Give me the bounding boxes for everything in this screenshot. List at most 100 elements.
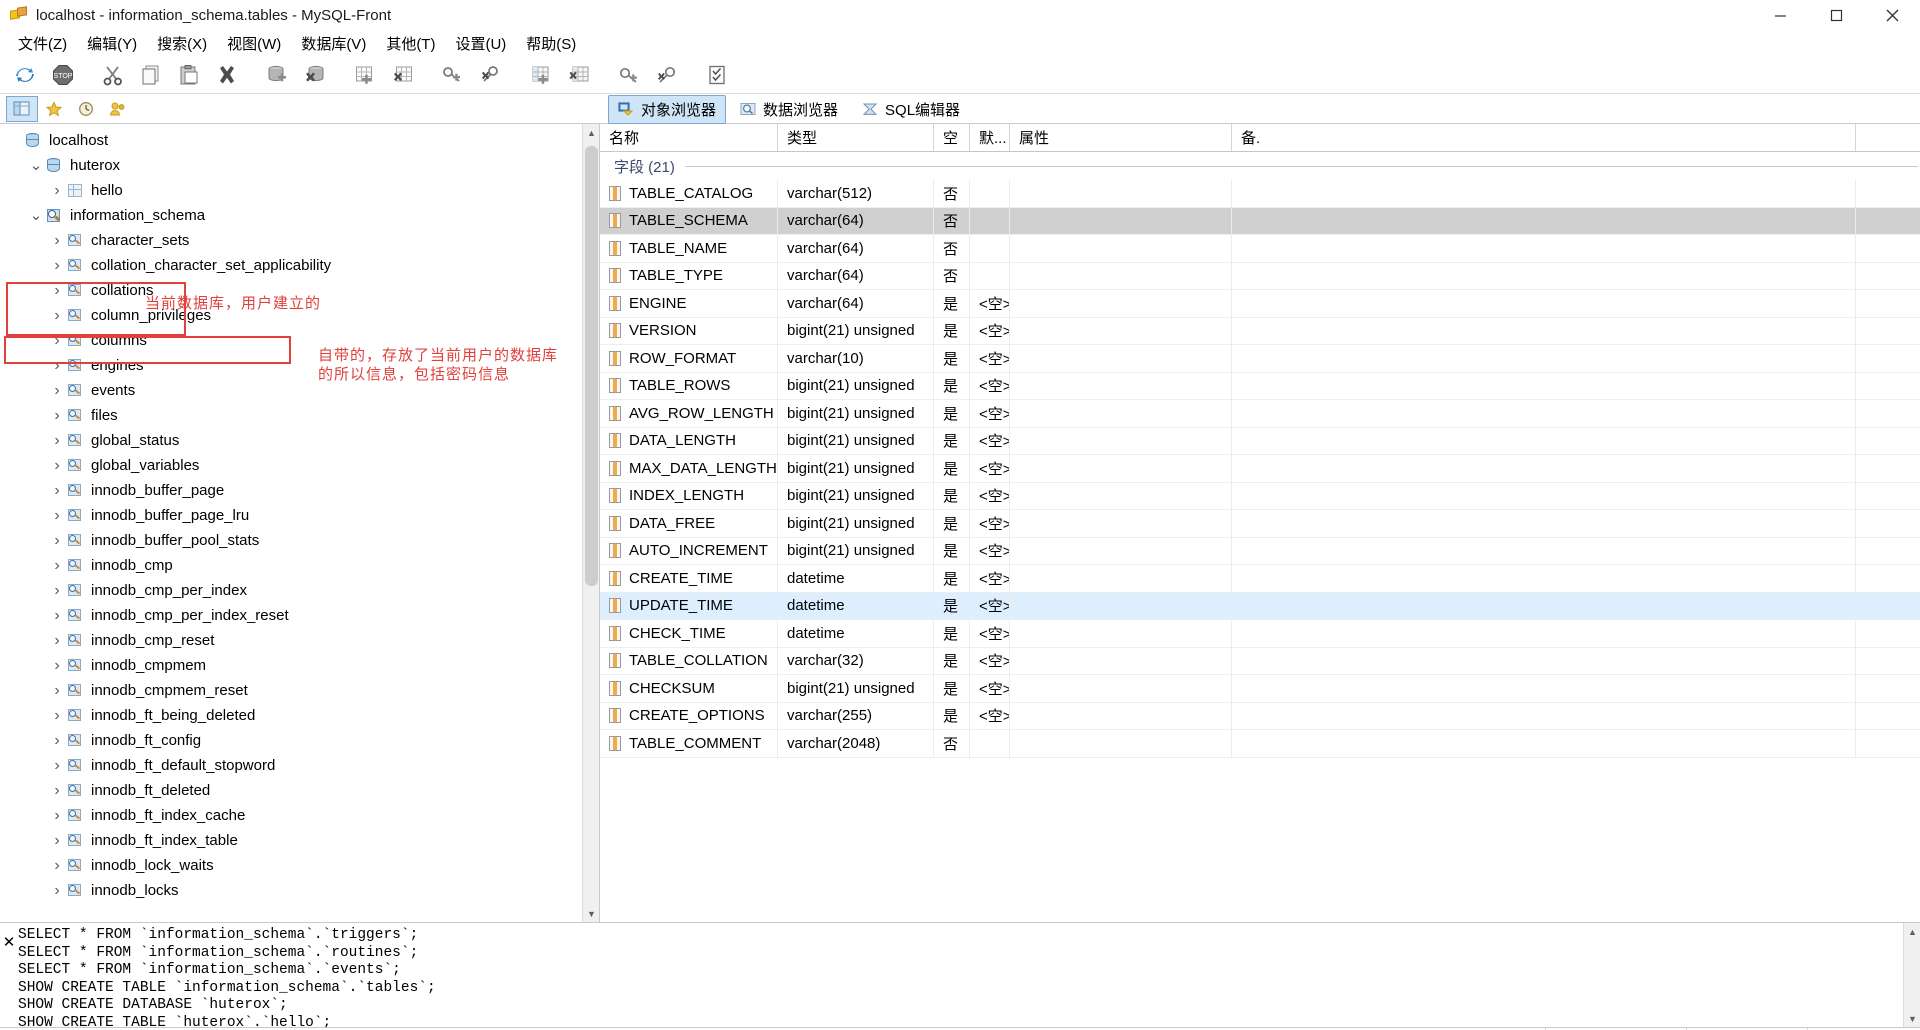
grid-cell-name[interactable]: CREATE_TIME <box>600 565 778 592</box>
sql-log-scroll-up-arrow[interactable]: ▲ <box>1904 923 1920 940</box>
grid-cell-type[interactable]: bigint(21) unsigned <box>778 537 934 564</box>
grid-cell-name[interactable]: TABLE_COMMENT <box>600 730 778 757</box>
tree-item-global-variables[interactable]: › global_variables <box>0 453 599 478</box>
paste-icon[interactable] <box>170 58 208 92</box>
close-button[interactable] <box>1864 0 1920 30</box>
grid-column-header-2[interactable]: 空 <box>934 124 970 151</box>
grid-cell-default[interactable]: <空> <box>970 592 1010 619</box>
menu-search[interactable]: 搜索(X) <box>147 31 217 56</box>
tree-item-innodb-cmp-per-index[interactable]: › innodb_cmp_per_index <box>0 578 599 603</box>
table-row[interactable]: ROW_FORMAT varchar(10) 是 <空> <box>600 345 1920 373</box>
grid-cell-default[interactable] <box>970 262 1010 289</box>
grid-column-header-5[interactable]: 备. <box>1232 124 1856 151</box>
favorites-icon[interactable] <box>38 96 70 122</box>
grid-cell-attrs[interactable] <box>1010 317 1232 344</box>
object-browser-toggle-icon[interactable] <box>6 95 38 122</box>
chevron-right-icon[interactable]: › <box>48 857 66 875</box>
grid-cell-type[interactable]: varchar(64) <box>778 235 934 262</box>
grid-cell-attrs[interactable] <box>1010 400 1232 427</box>
stop-icon[interactable]: STOP <box>44 58 82 92</box>
table-row[interactable]: TABLE_CATALOG varchar(512) 否 <box>600 180 1920 208</box>
grid-cell-default[interactable]: <空> <box>970 647 1010 674</box>
grid-cell-type[interactable]: datetime <box>778 592 934 619</box>
tree-item-innodb-ft-default-stopword[interactable]: › innodb_ft_default_stopword <box>0 753 599 778</box>
tree-item-innodb-buffer-pool-stats[interactable]: › innodb_buffer_pool_stats <box>0 528 599 553</box>
chevron-down-icon[interactable]: ⌄ <box>27 157 45 175</box>
chevron-right-icon[interactable]: › <box>48 632 66 650</box>
grid-cell-comment[interactable] <box>1232 510 1856 537</box>
grid-cell-null[interactable]: 是 <box>934 702 970 729</box>
tree-scrollbar[interactable]: ▲ ▼ <box>582 124 599 922</box>
grid-cell-comment[interactable] <box>1232 620 1856 647</box>
drop-index-icon[interactable] <box>648 58 686 92</box>
grid-column-header-4[interactable]: 属性 <box>1010 124 1232 151</box>
grid-cell-type[interactable]: varchar(255) <box>778 702 934 729</box>
table-row[interactable]: VERSION bigint(21) unsigned 是 <空> <box>600 317 1920 345</box>
chevron-right-icon[interactable]: › <box>48 182 66 200</box>
grid-cell-null[interactable]: 否 <box>934 180 970 207</box>
grid-cell-name[interactable]: ROW_FORMAT <box>600 345 778 372</box>
chevron-right-icon[interactable]: › <box>48 257 66 275</box>
grid-cell-type[interactable]: varchar(64) <box>778 262 934 289</box>
grid-cell-name[interactable]: AUTO_INCREMENT <box>600 537 778 564</box>
grid-cell-attrs[interactable] <box>1010 290 1232 317</box>
chevron-right-icon[interactable]: › <box>48 707 66 725</box>
table-row[interactable]: TABLE_NAME varchar(64) 否 <box>600 235 1920 263</box>
tab-sql-editor[interactable]: SQL编辑器 <box>852 95 970 124</box>
tree-scroll-up-arrow[interactable]: ▲ <box>583 124 599 141</box>
menu-other[interactable]: 其他(T) <box>376 31 445 56</box>
chevron-right-icon[interactable]: › <box>48 357 66 375</box>
grid-cell-default[interactable] <box>970 730 1010 757</box>
table-row[interactable]: TABLE_SCHEMA varchar(64) 否 <box>600 207 1920 235</box>
grid-cell-attrs[interactable] <box>1010 620 1232 647</box>
cut-icon[interactable] <box>94 58 132 92</box>
maximize-button[interactable] <box>1808 0 1864 30</box>
grid-cell-null[interactable]: 是 <box>934 400 970 427</box>
grid-cell-default[interactable]: <空> <box>970 400 1010 427</box>
grid-cell-null[interactable]: 是 <box>934 647 970 674</box>
chevron-right-icon[interactable]: › <box>48 757 66 775</box>
tree-item-innodb-ft-being-deleted[interactable]: › innodb_ft_being_deleted <box>0 703 599 728</box>
menu-settings[interactable]: 设置(U) <box>445 31 516 56</box>
grid-cell-null[interactable]: 是 <box>934 290 970 317</box>
grid-cell-type[interactable]: bigint(21) unsigned <box>778 482 934 509</box>
grid-cell-null[interactable]: 是 <box>934 482 970 509</box>
grid-cell-name[interactable]: TABLE_ROWS <box>600 372 778 399</box>
tree-item-innodb-buffer-page-lru[interactable]: › innodb_buffer_page_lru <box>0 503 599 528</box>
tree-item-innodb-ft-deleted[interactable]: › innodb_ft_deleted <box>0 778 599 803</box>
grid-cell-name[interactable]: TABLE_TYPE <box>600 262 778 289</box>
add-field-icon[interactable] <box>522 58 560 92</box>
menu-file[interactable]: 文件(Z) <box>8 31 77 56</box>
grid-cell-type[interactable]: varchar(64) <box>778 290 934 317</box>
grid-cell-name[interactable]: CHECKSUM <box>600 675 778 702</box>
grid-cell-default[interactable]: <空> <box>970 455 1010 482</box>
tree-scroll-thumb[interactable] <box>585 146 598 586</box>
chevron-right-icon[interactable]: › <box>48 882 66 900</box>
grid-column-header-1[interactable]: 类型 <box>778 124 934 151</box>
chevron-right-icon[interactable]: › <box>48 557 66 575</box>
table-row[interactable]: DATA_FREE bigint(21) unsigned 是 <空> <box>600 510 1920 538</box>
grid-cell-type[interactable]: varchar(2048) <box>778 730 934 757</box>
tree-item-innodb-cmp[interactable]: › innodb_cmp <box>0 553 599 578</box>
grid-cell-type[interactable]: datetime <box>778 565 934 592</box>
grid-cell-default[interactable]: <空> <box>970 702 1010 729</box>
chevron-right-icon[interactable]: › <box>48 532 66 550</box>
drop-table-icon[interactable] <box>384 58 422 92</box>
tree-item-innodb-cmp-reset[interactable]: › innodb_cmp_reset <box>0 628 599 653</box>
grid-cell-name[interactable]: VERSION <box>600 317 778 344</box>
grid-cell-attrs[interactable] <box>1010 592 1232 619</box>
add-index-icon[interactable] <box>610 58 648 92</box>
grid-cell-comment[interactable] <box>1232 702 1856 729</box>
grid-cell-null[interactable]: 是 <box>934 372 970 399</box>
chevron-right-icon[interactable]: › <box>48 507 66 525</box>
grid-cell-default[interactable]: <空> <box>970 427 1010 454</box>
table-row[interactable]: CREATE_OPTIONS varchar(255) 是 <空> <box>600 702 1920 730</box>
add-table-icon[interactable] <box>346 58 384 92</box>
table-row[interactable]: AVG_ROW_LENGTH bigint(21) unsigned 是 <空> <box>600 400 1920 428</box>
grid-cell-comment[interactable] <box>1232 235 1856 262</box>
table-row[interactable]: INDEX_LENGTH bigint(21) unsigned 是 <空> <box>600 482 1920 510</box>
grid-cell-default[interactable]: <空> <box>970 345 1010 372</box>
grid-cell-null[interactable]: 是 <box>934 592 970 619</box>
grid-cell-comment[interactable] <box>1232 317 1856 344</box>
grid-cell-default[interactable] <box>970 180 1010 207</box>
